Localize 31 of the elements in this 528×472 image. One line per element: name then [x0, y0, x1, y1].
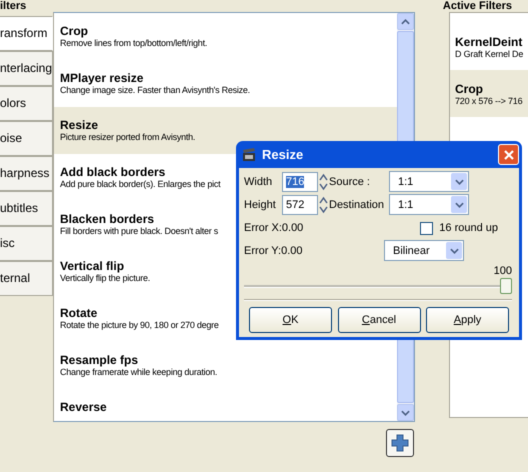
filter-name: KernelDeint: [455, 34, 524, 48]
destination-label: Destination: [329, 198, 386, 210]
round-up-label: 16 round up: [439, 222, 498, 234]
error-y-label: Error Y:0.00: [244, 244, 302, 256]
error-x-label: Error X:0.00: [244, 222, 304, 234]
filter-description: Change framerate while keeping duration.: [60, 367, 218, 377]
filter-description: Change image size. Faster than Avisynth's Resize.: [60, 85, 250, 95]
filter-description: Remove lines from top/bottom/left/right.: [60, 38, 208, 48]
active-filters-heading: Active Filters: [442, 0, 512, 12]
filter-description: Rotate the picture by 90, 180 or 270 degre: [60, 320, 219, 330]
filter-name: MPlayer resize: [60, 71, 144, 85]
filter-name: Resize: [60, 118, 98, 132]
filter-description: Add pure black border(s). Enlarges the pict: [60, 179, 220, 189]
filter-name: Rotate: [60, 306, 98, 320]
filter-description: Fill borders with pure black. Doesn't alter s: [60, 226, 218, 236]
filter-name: Resample fps: [60, 353, 138, 367]
filter-name: Crop: [455, 82, 484, 96]
filter-description: Vertically flip the picture.: [60, 273, 150, 283]
filter-name: Crop: [60, 24, 88, 38]
filter-description: 720 x 576 --> 716: [455, 96, 524, 106]
filter-name: Blacken borders: [60, 212, 154, 226]
filter-name: Add black borders: [60, 165, 166, 179]
filter-description: D Graft Kernel De: [455, 48, 524, 58]
source-label: Source :: [329, 176, 371, 188]
filter-name: Reverse: [60, 400, 107, 414]
filter-name: Vertical flip: [60, 259, 124, 273]
filters-heading: ilters: [0, 0, 26, 12]
slider-value: 100: [494, 265, 512, 277]
width-label: Width: [244, 176, 274, 188]
height-label: Height: [244, 198, 277, 210]
filter-description: Picture resizer ported from Avisynth.: [60, 132, 196, 142]
